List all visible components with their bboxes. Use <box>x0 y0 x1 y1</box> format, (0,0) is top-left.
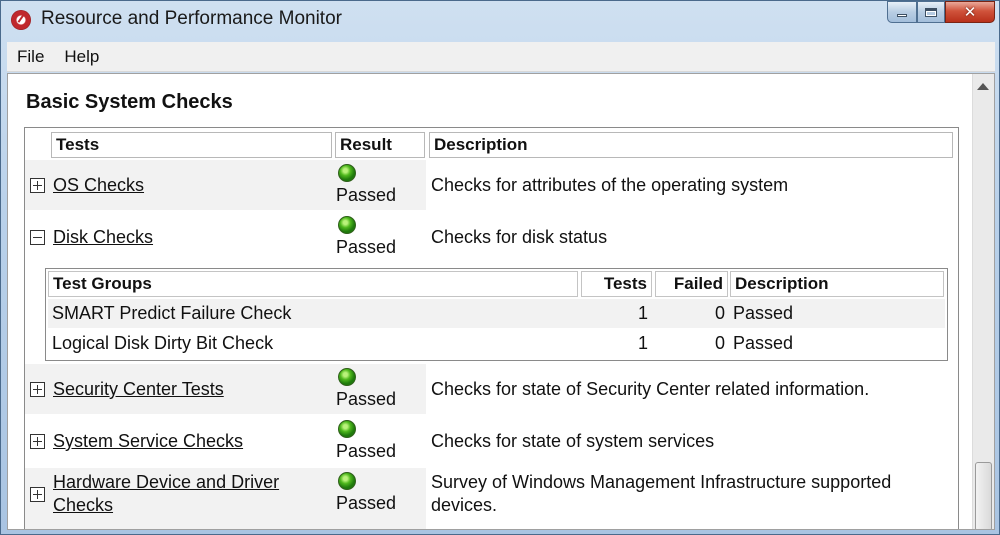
description-text: Checks for attributes of the operating s… <box>431 175 789 195</box>
description-text: Checks for disk status <box>431 227 608 247</box>
expand-plus-icon[interactable] <box>30 434 45 449</box>
failed-count: 0 <box>715 303 726 323</box>
column-header-result[interactable]: Result <box>335 132 425 158</box>
result-text: Passed <box>336 441 397 461</box>
test-link-security-center-tests[interactable]: Security Center Tests <box>53 378 224 401</box>
description-line-2: devices. <box>431 495 498 515</box>
failed-count: 0 <box>715 333 726 353</box>
collapse-minus-icon[interactable] <box>30 230 45 245</box>
window-title: Resource and Performance Monitor <box>41 8 342 29</box>
green-status-icon <box>338 420 356 438</box>
table-row[interactable]: SMART Predict Failure Check 1 0 Passed <box>48 299 945 328</box>
group-description: Passed <box>733 303 794 323</box>
expand-plus-icon[interactable] <box>30 178 45 193</box>
test-group-name: Logical Disk Dirty Bit Check <box>52 333 274 353</box>
tests-count: 1 <box>638 303 649 323</box>
tests-count: 1 <box>638 333 649 353</box>
minimize-button[interactable] <box>887 1 917 23</box>
test-link-line-1: Hardware Device and Driver <box>53 472 280 492</box>
menu-file[interactable]: File <box>7 47 54 67</box>
green-status-icon <box>338 216 356 234</box>
result-text: Passed <box>336 185 397 205</box>
title-bar[interactable]: Resource and Performance Monitor ✕ <box>1 1 999 39</box>
menu-help[interactable]: Help <box>54 47 109 67</box>
checks-table: Tests Result Description OS Checks Passe… <box>24 127 959 529</box>
table-row-system-service-checks: System Service Checks Passed Checks for … <box>25 416 958 466</box>
column-header-description[interactable]: Description <box>429 132 953 158</box>
description-line-1: Survey of Windows Management Infrastruct… <box>431 472 892 492</box>
scroll-up-arrow-icon[interactable] <box>977 83 989 90</box>
result-cell: Passed <box>335 368 425 412</box>
table-row-os-checks: OS Checks Passed Checks for attributes o… <box>25 160 958 210</box>
column-header-description[interactable]: Description <box>730 271 944 297</box>
close-button[interactable]: ✕ <box>945 1 995 23</box>
expand-plus-icon[interactable] <box>30 382 45 397</box>
result-text: Passed <box>336 493 397 513</box>
result-text: Passed <box>336 389 397 409</box>
test-link-os-checks[interactable]: OS Checks <box>53 174 144 197</box>
table-row-security-center-tests: Security Center Tests Passed Checks for … <box>25 364 958 414</box>
expand-plus-icon[interactable] <box>30 487 45 502</box>
window-controls: ✕ <box>887 1 995 23</box>
column-header-tests[interactable]: Tests <box>581 271 652 297</box>
column-header-tests[interactable]: Tests <box>51 132 332 158</box>
disk-test-groups-table: Test Groups Tests Failed Description SMA… <box>45 268 948 361</box>
section-title: Basic System Checks <box>26 91 233 113</box>
test-link-hardware-device-checks[interactable]: Hardware Device and Driver Checks <box>53 471 279 517</box>
maximize-icon <box>925 7 937 17</box>
report-pane[interactable]: Basic System Checks Tests Result Descrip… <box>7 73 995 530</box>
column-header-failed[interactable]: Failed <box>655 271 728 297</box>
column-header-test-groups[interactable]: Test Groups <box>48 271 578 297</box>
resource-monitor-icon[interactable] <box>11 10 31 30</box>
group-description: Passed <box>733 333 794 353</box>
vertical-scrollbar[interactable] <box>972 74 994 529</box>
description-text: Checks for state of Security Center rela… <box>431 379 870 399</box>
test-group-name: SMART Predict Failure Check <box>52 303 292 323</box>
test-link-disk-checks[interactable]: Disk Checks <box>53 226 153 249</box>
minimize-icon <box>897 14 907 17</box>
table-row[interactable]: Logical Disk Dirty Bit Check 1 0 Passed <box>48 329 945 358</box>
app-window: Resource and Performance Monitor ✕ File … <box>0 0 1000 535</box>
table-row-disk-checks: Disk Checks Passed Checks for disk statu… <box>25 212 958 264</box>
result-cell: Passed <box>335 164 425 208</box>
maximize-button[interactable] <box>917 1 945 23</box>
scroll-thumb[interactable] <box>975 462 992 529</box>
green-status-icon <box>338 472 356 490</box>
test-link-line-2: Checks <box>53 495 114 515</box>
description-text: Survey of Windows Management Infrastruct… <box>431 471 891 517</box>
description-text: Checks for state of system services <box>431 431 715 451</box>
close-icon: ✕ <box>963 3 977 21</box>
result-cell: Passed <box>335 472 425 516</box>
result-cell: Passed <box>335 216 425 260</box>
result-text: Passed <box>336 237 397 257</box>
result-cell: Passed <box>335 420 425 464</box>
menu-bar: File Help <box>7 42 995 72</box>
test-link-system-service-checks[interactable]: System Service Checks <box>53 430 243 453</box>
table-row-hardware-device-checks: Hardware Device and Driver Checks Passed… <box>25 468 958 529</box>
green-status-icon <box>338 164 356 182</box>
green-status-icon <box>338 368 356 386</box>
